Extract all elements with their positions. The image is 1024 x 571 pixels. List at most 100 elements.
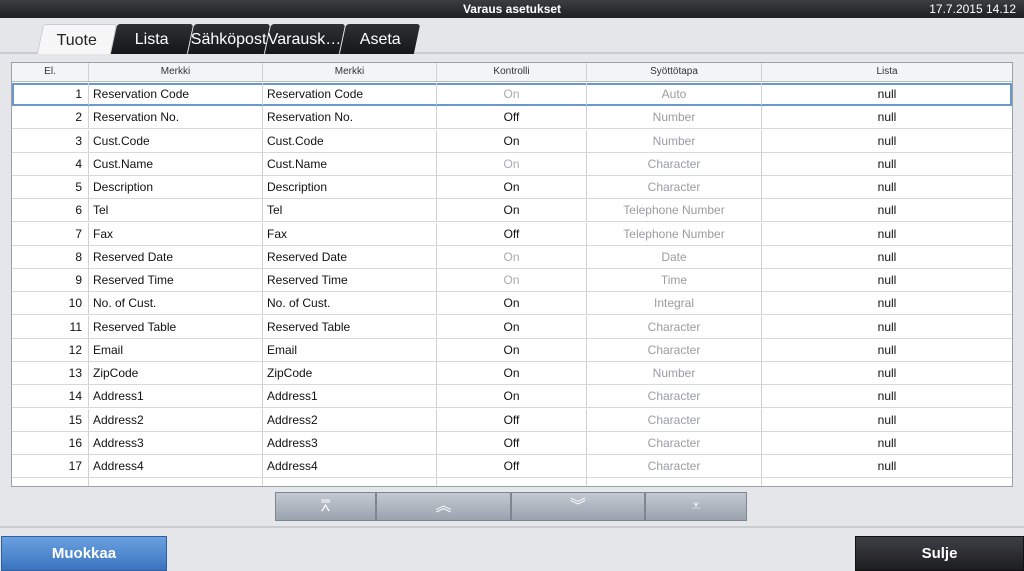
row-number: 2 xyxy=(12,106,89,129)
table-row[interactable]: 9 Reserved Time Reserved Time On Time null xyxy=(12,269,1012,292)
table-row[interactable] xyxy=(12,478,1012,486)
input-type-cell: Character xyxy=(587,408,762,431)
table-row[interactable]: 3 Cust.Code Cust.Code On Number null xyxy=(12,129,1012,153)
table-row[interactable]: 14 Address1 Address1 On Character null xyxy=(12,385,1012,409)
field-label-cell: Cust.Code xyxy=(89,129,263,152)
row-number: 13 xyxy=(12,362,89,384)
table-row[interactable]: 11 Reserved Table Reserved Table On Characte… xyxy=(12,315,1012,339)
control-cell: On xyxy=(437,245,587,268)
field-label-alt-cell: Address2 xyxy=(263,408,437,431)
list-cell: null xyxy=(877,180,897,194)
table-row[interactable]: 1 Reservation Code Reservation Code On Auto n… xyxy=(12,83,1012,106)
field-label-cell: Cust.Name xyxy=(89,152,263,175)
scroll-bottom-button[interactable]: ⩡ xyxy=(645,492,747,521)
tab-aseta[interactable]: Aseta xyxy=(339,24,421,54)
tab-sahkoposti[interactable]: Sähköpost xyxy=(187,24,271,54)
input-type-cell: Time xyxy=(587,269,762,291)
control-cell: On xyxy=(437,338,587,361)
table-row[interactable]: 12 Email Email On Character null xyxy=(12,338,1012,362)
control-cell: On xyxy=(437,83,587,105)
field-label-cell: Email xyxy=(89,338,263,361)
control-cell: Off xyxy=(437,455,587,477)
tab-varauskentat[interactable]: Varausk… xyxy=(264,24,346,54)
row-number xyxy=(12,478,89,486)
input-type-cell: Number xyxy=(587,106,762,129)
list-cell: null xyxy=(877,203,897,218)
row-number: 16 xyxy=(12,431,89,454)
list-cell: null xyxy=(877,319,897,334)
input-type-cell: Date xyxy=(587,245,762,268)
field-label-cell: ZipCode xyxy=(89,362,263,384)
field-label-cell: Address3 xyxy=(89,431,263,454)
column-header-merkki-2[interactable]: Merkki xyxy=(263,63,437,81)
scroll-top-button[interactable]: ⩞ xyxy=(275,492,376,521)
table-row[interactable]: 13 ZipCode ZipCode On Number null xyxy=(12,362,1012,385)
field-label-cell: Fax xyxy=(89,222,263,245)
input-type-cell: Number xyxy=(587,362,762,384)
clock: 17.7.2015 14.12 xyxy=(929,2,1016,16)
row-number: 11 xyxy=(12,315,89,338)
table-row[interactable]: 8 Reserved Date Reserved Date On Date null xyxy=(12,245,1012,269)
tab-lista[interactable]: Lista xyxy=(110,24,194,54)
field-label-alt-cell: Address4 xyxy=(263,455,437,477)
field-label-cell: No. of Cust. xyxy=(89,292,263,315)
table-row[interactable]: 17 Address4 Address4 Off Character null xyxy=(12,455,1012,478)
list-cell: null xyxy=(877,389,897,404)
field-label-alt-cell: Reserved Time xyxy=(263,269,437,291)
input-type-cell: Auto xyxy=(587,83,762,105)
list-cell: null xyxy=(877,110,897,125)
field-label-alt-cell: No. of Cust. xyxy=(263,292,437,315)
field-label-alt-cell: Address3 xyxy=(263,431,437,454)
control-cell: On xyxy=(437,129,587,152)
table-row[interactable]: 5 Description Description On Character null xyxy=(12,176,1012,199)
control-cell: Off xyxy=(437,431,587,454)
row-number: 9 xyxy=(12,269,89,291)
tab-bar: Tuote Lista Sähköpost Varausk… Aseta xyxy=(0,18,1024,54)
field-label-alt-cell: Reserved Table xyxy=(263,315,437,338)
column-header-merkki[interactable]: Merkki xyxy=(89,63,263,81)
row-number: 6 xyxy=(12,199,89,222)
field-label-alt-cell: Fax xyxy=(263,222,437,245)
page-down-button[interactable]: ︾ xyxy=(511,492,645,521)
field-label-cell: Reserved Date xyxy=(89,245,263,268)
edit-button[interactable]: Muokkaa xyxy=(1,536,167,571)
row-number: 15 xyxy=(12,408,89,431)
input-type-cell: Integral xyxy=(587,292,762,315)
tab-tuote[interactable]: Tuote xyxy=(36,24,118,54)
table-row[interactable]: 6 Tel Tel On Telephone Number null xyxy=(12,199,1012,223)
table-row[interactable]: 7 Fax Fax Off Telephone Number null xyxy=(12,222,1012,246)
column-header-lista[interactable]: Lista xyxy=(762,63,1012,81)
row-number: 14 xyxy=(12,385,89,408)
title-bar: Varaus asetukset 17.7.2015 14.12 xyxy=(0,0,1024,18)
column-header-syottotapa[interactable]: Syöttötapa xyxy=(587,63,762,81)
field-label-cell: Description xyxy=(89,176,263,198)
row-number: 5 xyxy=(12,176,89,198)
table-row[interactable]: 15 Address2 Address2 Off Character null xyxy=(12,408,1012,432)
field-label-alt-cell: Cust.Code xyxy=(263,129,437,152)
row-number: 8 xyxy=(12,245,89,268)
input-type-cell: Number xyxy=(587,129,762,152)
control-cell: On xyxy=(437,292,587,315)
fields-table: El. Merkki Merkki Kontrolli Syöttötapa L… xyxy=(11,62,1013,487)
field-label-alt-cell: ZipCode xyxy=(263,362,437,384)
column-header-kontrolli[interactable]: Kontrolli xyxy=(437,63,587,81)
field-label-cell: Address2 xyxy=(89,408,263,431)
scroll-controls: ⩞ ︽ ︾ ⩡ xyxy=(275,492,747,521)
table-row[interactable]: 16 Address3 Address3 Off Character null xyxy=(12,431,1012,455)
input-type-cell: Character xyxy=(587,176,762,198)
column-header-el[interactable]: El. xyxy=(12,63,89,81)
input-type-cell: Character xyxy=(587,152,762,175)
input-type-cell: Character xyxy=(587,455,762,477)
field-label-cell: Reservation Code xyxy=(89,83,263,105)
table-row[interactable]: 2 Reservation No. Reservation No. Off Number… xyxy=(12,106,1012,130)
field-label-alt-cell: Reservation No. xyxy=(263,106,437,129)
list-cell: null xyxy=(877,435,897,450)
page-up-button[interactable]: ︽ xyxy=(376,492,511,521)
close-button[interactable]: Sulje xyxy=(855,536,1024,571)
field-label-alt-cell: Reservation Code xyxy=(263,83,437,105)
field-label-cell: Reserved Time xyxy=(89,269,263,291)
table-row[interactable]: 10 No. of Cust. No. of Cust. On Integral null xyxy=(12,292,1012,316)
list-cell: null xyxy=(877,412,897,427)
input-type-cell: Character xyxy=(587,431,762,454)
table-row[interactable]: 4 Cust.Name Cust.Name On Character null xyxy=(12,152,1012,176)
